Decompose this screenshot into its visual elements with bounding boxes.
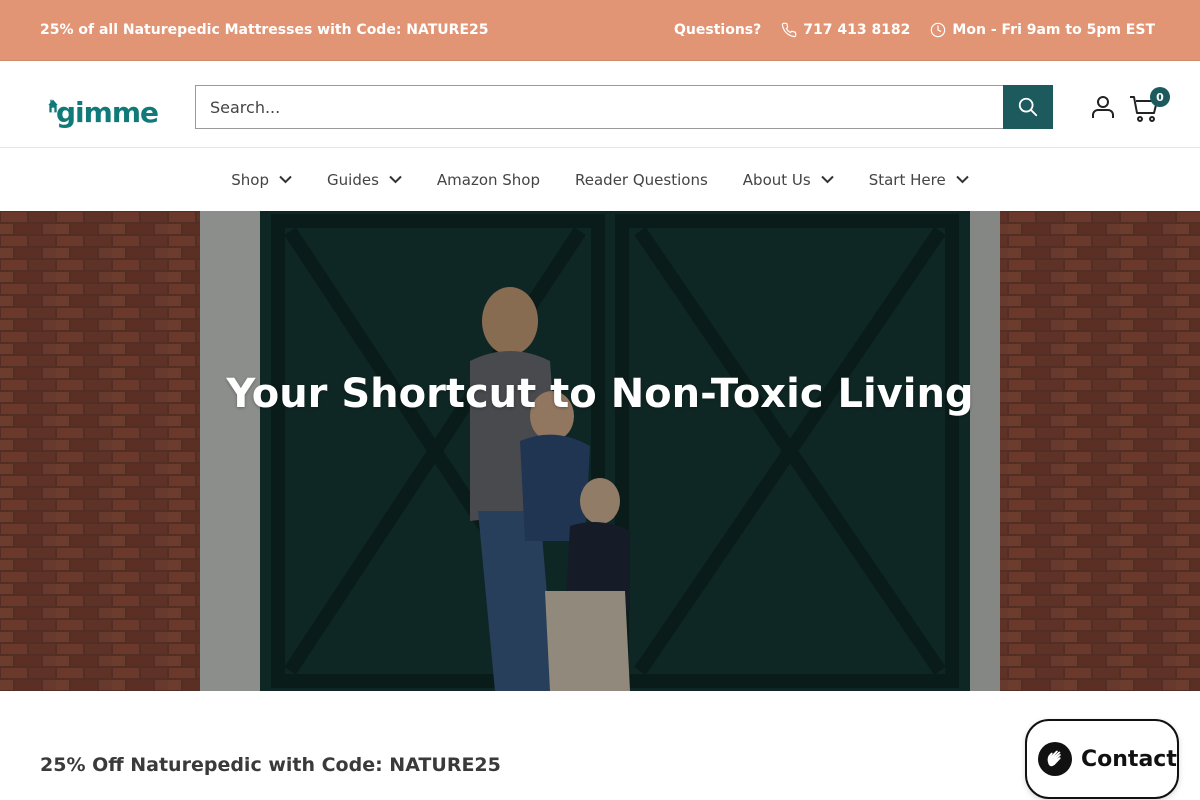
business-hours: Mon - Fri 9am to 5pm EST: [952, 22, 1155, 38]
chevron-down-icon: [279, 175, 292, 184]
contact-chat-button[interactable]: Contact: [1025, 719, 1179, 799]
hero-banner: Your Shortcut to Non-Toxic Living: [0, 211, 1200, 691]
site-header: gimme 0: [0, 61, 1200, 148]
chat-wave-icon: [1038, 742, 1072, 776]
hours-info: Mon - Fri 9am to 5pm EST: [930, 22, 1155, 38]
cart-count-badge: 0: [1150, 87, 1170, 107]
nav-item-label: Shop: [231, 170, 270, 189]
hero-image: [0, 211, 1200, 691]
chevron-down-icon: [389, 175, 402, 184]
main-navigation: Shop Guides Amazon Shop Reader Questions…: [0, 148, 1200, 211]
nav-item-label: Guides: [327, 170, 379, 189]
nav-item-shop[interactable]: Shop: [231, 171, 292, 189]
search-form: [195, 85, 1053, 129]
phone-number: 717 413 8182: [803, 22, 911, 38]
nav-item-label: About Us: [742, 170, 811, 189]
site-logo[interactable]: gimme: [48, 83, 159, 129]
announcement-contact: Questions? 717 413 8182 Mon - Fri 9am to…: [674, 22, 1155, 38]
promo-heading: 25% Off Naturepedic with Code: NATURE25: [40, 754, 501, 776]
chevron-down-icon: [820, 175, 834, 184]
phone-icon: [782, 22, 797, 38]
nav-item-label: Reader Questions: [575, 170, 708, 189]
phone-link[interactable]: 717 413 8182: [781, 22, 910, 38]
search-icon: [1018, 97, 1038, 117]
hero-title: Your Shortcut to Non-Toxic Living: [226, 371, 974, 417]
nav-item-about-us[interactable]: About Us: [743, 171, 834, 189]
nav-item-reader-questions[interactable]: Reader Questions: [575, 171, 708, 189]
search-input[interactable]: [195, 85, 1003, 129]
nav-item-start-here[interactable]: Start Here: [869, 171, 969, 189]
user-icon[interactable]: [1091, 95, 1115, 119]
search-button[interactable]: [1003, 85, 1053, 129]
chevron-down-icon: [955, 175, 969, 184]
logo-text: gimme: [56, 96, 159, 129]
clock-icon: [931, 22, 946, 38]
nav-item-label: Amazon Shop: [436, 170, 541, 189]
announcement-bar: 25% of all Naturepedic Mattresses with C…: [0, 0, 1200, 61]
questions-label: Questions?: [674, 22, 762, 38]
nav-item-label: Start Here: [868, 170, 946, 189]
contact-label: Contact: [1081, 746, 1177, 772]
nav-item-amazon-shop[interactable]: Amazon Shop: [437, 171, 540, 189]
nav-item-guides[interactable]: Guides: [327, 171, 402, 189]
announcement-promo-text: 25% of all Naturepedic Mattresses with C…: [40, 22, 489, 38]
